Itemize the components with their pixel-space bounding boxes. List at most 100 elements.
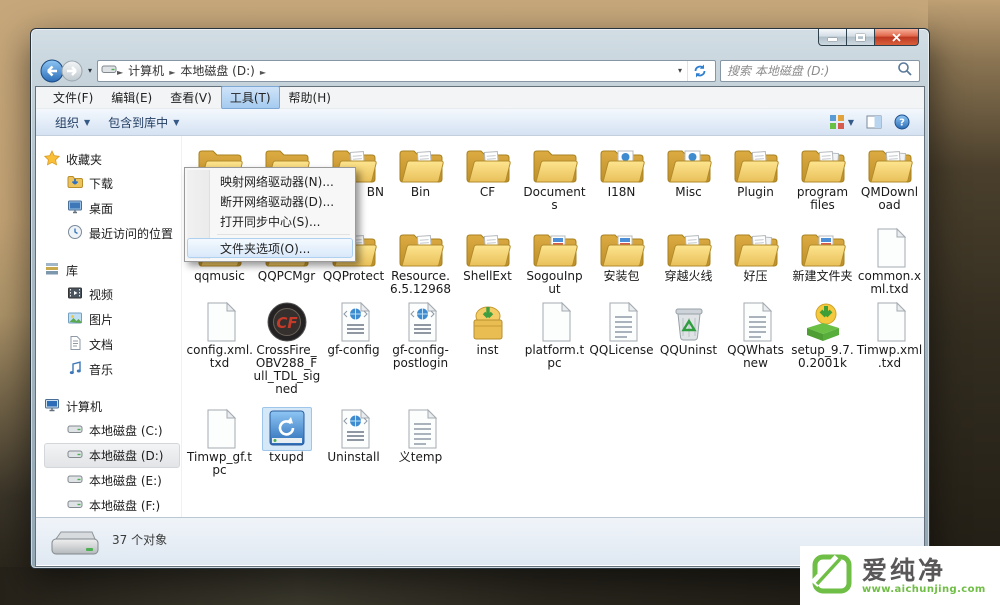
search-input[interactable]: 搜索 本地磁盘 (D:) [720,59,920,82]
preview-pane-button[interactable] [866,114,882,130]
page-globe-icon [396,300,446,344]
package-box-icon [463,300,513,344]
folder-sheet-icon [463,142,513,186]
file-item[interactable]: QQUninst [655,300,722,357]
desktop-background: ▾ ► 计算机 ► 本地磁盘 (D:) ► ▾ 搜索 本地磁盘 (D:) 文件(F) 编辑… [0,0,1000,605]
change-view-button[interactable]: ▼ [829,114,854,130]
file-item[interactable]: config.xml. txd [186,300,253,370]
file-item[interactable]: I18N [588,142,655,199]
tools-menu-item[interactable]: 文件夹选项(O)... [187,238,353,258]
menu-V[interactable]: 查看(V) [161,86,221,109]
file-item[interactable]: 安装包 [588,226,655,283]
main-area: 收藏夹 下载 桌面 最近访问的位置库视频 图片 文档 音乐 计算机 本地磁盘 (C:) 本地磁盘 … [36,136,924,550]
breadcrumb: ► 计算机 ► 本地磁盘 (D:) ► [117,62,266,79]
file-item[interactable]: common.x ml.txd [856,226,923,296]
maximize-icon [856,33,865,41]
sidebar-item[interactable]: 音乐 [44,357,180,382]
sidebar-item[interactable]: 图片 [44,307,180,332]
recent-pages-chevron-icon[interactable]: ▾ [87,66,93,75]
breadcrumb-segment[interactable]: 本地磁盘 (D:) [175,64,259,78]
folder-icon [530,142,580,186]
file-item[interactable]: ShellExt [454,226,521,283]
file-item[interactable]: platform.t pc [521,300,588,370]
forward-button[interactable] [61,60,83,82]
sidebar-group-1[interactable]: 库 [44,259,181,282]
file-item[interactable]: Uninstall [320,407,387,464]
help-button[interactable]: ? [894,114,910,130]
sidebar-item[interactable]: 桌面 [44,196,180,221]
menu-H[interactable]: 帮助(H) [280,86,340,109]
tools-menu-item[interactable]: 断开网络驱动器(D)... [187,191,353,211]
sidebar-group-2[interactable]: 计算机 [44,395,181,418]
address-bar[interactable]: ► 计算机 ► 本地磁盘 (D:) ► ▾ [97,59,716,82]
file-item[interactable]: gf-config [320,300,387,357]
sidebar-item[interactable]: 本地磁盘 (D:) [44,443,180,468]
include-in-library-button[interactable]: 包含到库中 ▼ [99,111,188,134]
file-item[interactable]: gf-config- postlogin [387,300,454,370]
drive-icon [67,421,83,440]
sidebar-item-label: 音乐 [89,363,114,377]
file-item[interactable]: txupd [253,407,320,464]
sidebar-group-label: 收藏夹 [66,153,103,167]
file-item[interactable]: Timwp.xml .txd [856,300,923,370]
file-label: QQProtect [322,269,385,283]
file-item[interactable]: Misc [655,142,722,199]
sidebar-item[interactable]: 本地磁盘 (F:) [44,493,180,518]
sidebar-item-label: 本地磁盘 (F:) [89,499,161,513]
file-label: setup_9.7. 0.2001k [791,343,854,370]
file-row: Timwp_gf.t pc txupd Uninstall 义temp [186,407,924,487]
sidebar-group: 计算机 本地磁盘 (C:) 本地磁盘 (D:) 本地磁盘 (E:) 本地磁盘 (F:) [44,395,181,518]
file-item[interactable]: Timwp_gf.t pc [186,407,253,477]
menu-T[interactable]: 工具(T) [220,86,280,109]
file-item[interactable]: Document s [521,142,588,212]
sidebar-group-0[interactable]: 收藏夹 [43,148,181,171]
tools-menu-item[interactable]: 映射网络驱动器(N)... [187,171,353,191]
title-bar[interactable] [31,29,929,55]
tools-menu-item[interactable]: 打开同步中心(S)... [187,211,353,231]
file-label: program files [796,185,849,212]
file-item[interactable]: program files [789,142,856,212]
file-label: Resource. 6.5.12968 [389,269,452,296]
file-item[interactable]: 义temp [387,407,454,464]
file-item[interactable]: 好压 [722,226,789,283]
file-item[interactable]: QQWhats new [722,300,789,370]
file-item[interactable]: SogouInp ut [521,226,588,296]
file-item[interactable]: CF CrossFire_ OBV288_F ull_TDL_sig ned [253,300,320,396]
organize-button[interactable]: 组织 ▼ [46,111,99,134]
file-item[interactable]: Plugin [722,142,789,199]
sidebar-group: 库视频 图片 文档音乐 [44,259,181,382]
navigation-pane: 收藏夹 下载 桌面 最近访问的位置库视频 图片 文档 音乐 计算机 本地磁盘 (C:) 本地磁盘 … [36,136,182,550]
sidebar-item[interactable]: 文档 [44,332,180,357]
sidebar-item[interactable]: 本地磁盘 (C:) [44,418,180,443]
file-label: inst [476,343,499,357]
menu-E[interactable]: 编辑(E) [102,86,161,109]
file-label: QQWhats new [727,343,784,370]
file-item[interactable]: QMDownl oad [856,142,923,212]
refresh-button[interactable] [687,60,712,81]
file-label: txupd [269,450,304,464]
sidebar-item[interactable]: 本地磁盘 (E:) [44,468,180,493]
item-count: 37 个对象 [112,533,168,547]
file-item[interactable]: 新建文件夹 [789,226,856,283]
minimize-button[interactable] [818,29,847,46]
menu-F[interactable]: 文件(F) [44,86,102,109]
file-item[interactable]: setup_9.7. 0.2001k [789,300,856,370]
breadcrumb-segment[interactable]: 计算机 [123,64,169,78]
folder-sheet-icon [463,226,513,270]
sidebar-item[interactable]: 视频 [44,282,180,307]
file-item[interactable]: inst [454,300,521,357]
address-history-chevron-icon[interactable]: ▾ [673,66,687,75]
file-item[interactable]: Resource. 6.5.12968 [387,226,454,296]
file-item[interactable]: CF [454,142,521,199]
sidebar-item[interactable]: 最近访问的位置 [44,221,180,246]
svg-text:CF: CF [276,314,298,332]
file-item[interactable]: QQLicense [588,300,655,357]
sidebar-item-label: 最近访问的位置 [89,227,174,241]
navigation-bar: ▾ ► 计算机 ► 本地磁盘 (D:) ► ▾ 搜索 本地磁盘 (D:) [31,55,929,86]
close-button[interactable] [874,29,919,46]
maximize-button[interactable] [846,29,875,46]
sidebar-item[interactable]: 下载 [44,171,180,196]
file-item[interactable]: Bin [387,142,454,199]
file-label: 新建文件夹 [792,269,853,283]
file-item[interactable]: 穿越火线 [655,226,722,283]
